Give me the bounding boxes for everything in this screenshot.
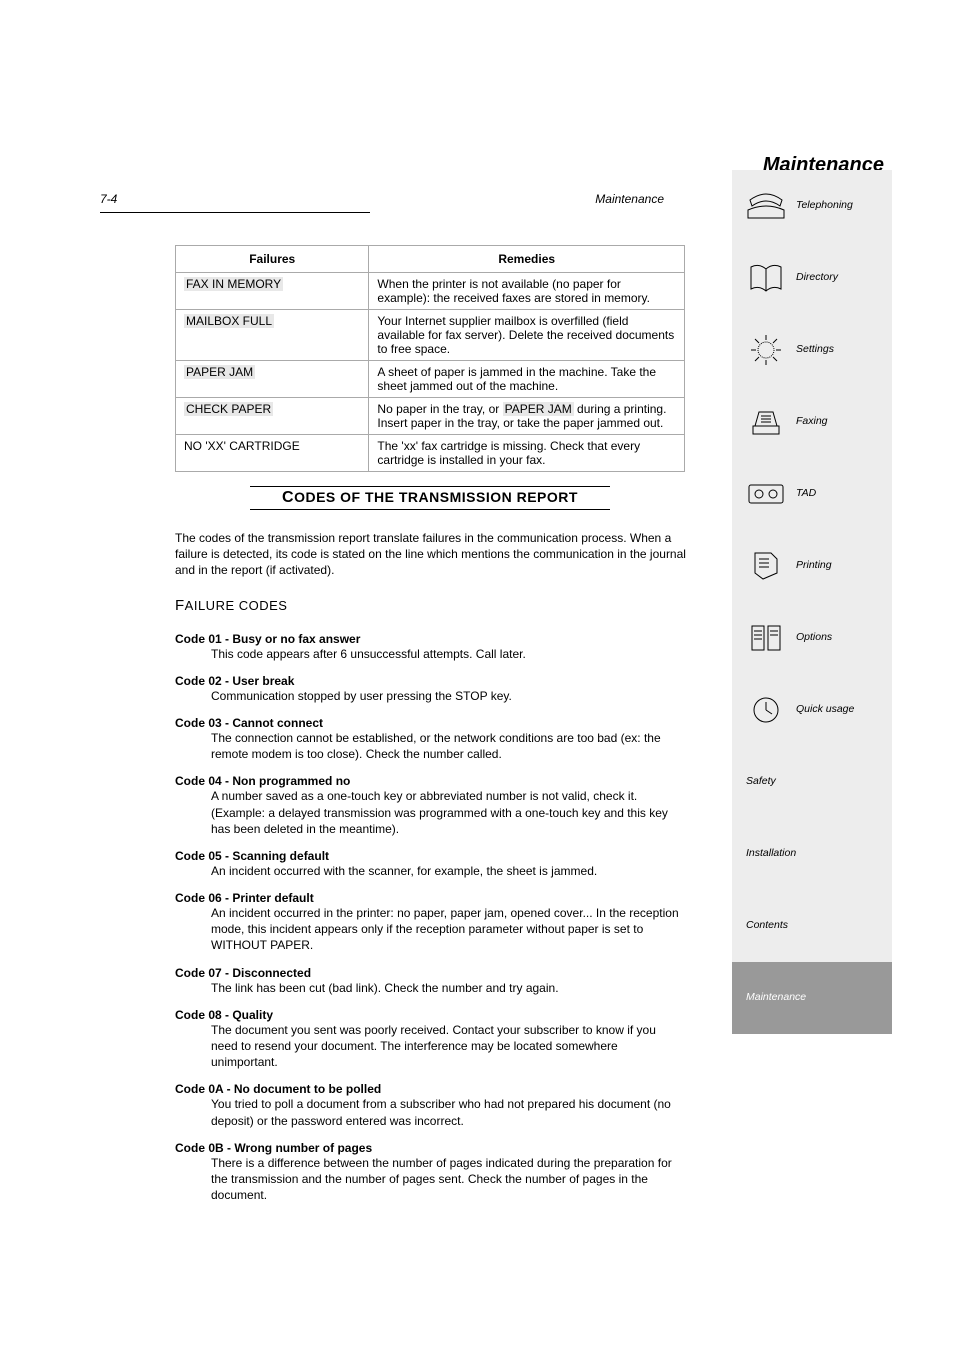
code-label: Code 0A - No document to be polled	[175, 1082, 685, 1096]
code-item: Code 05 - Scanning default An incident o…	[175, 849, 685, 879]
code-description: An incident occurred in the printer: no …	[211, 905, 685, 954]
code-description: The connection cannot be established, or…	[211, 730, 685, 762]
failure-codes-heading: FAILURE CODES	[175, 597, 685, 614]
code-description: Communication stopped by user pressing t…	[211, 688, 685, 704]
code-item: Code 07 - Disconnected The link has been…	[175, 966, 685, 996]
code-description: You tried to poll a document from a subs…	[211, 1096, 685, 1128]
sidebar-item-label: Settings	[796, 344, 834, 356]
sidebar-item-label: Directory	[796, 272, 838, 284]
table-row: NO 'XX' CARTRIDGE The 'xx' fax cartridge…	[176, 435, 685, 472]
chapter-label: Maintenance	[595, 192, 664, 206]
sidebar-item-tad[interactable]: TAD	[732, 458, 892, 530]
sidebar-item-label: Quick usage	[796, 704, 854, 716]
code-description: An incident occurred with the scanner, f…	[211, 863, 685, 879]
failure-cell: NO 'XX' CARTRIDGE	[176, 435, 369, 472]
code-description: A number saved as a one-touch key or abb…	[211, 788, 685, 837]
code-item: Code 0A - No document to be polled You t…	[175, 1082, 685, 1128]
failures-table: Failures Remedies FAX IN MEMORY When the…	[175, 245, 685, 472]
sidebar-item-label: Telephoning	[796, 200, 853, 212]
table-row: PAPER JAM A sheet of paper is jammed in …	[176, 361, 685, 398]
remedy-cell: A sheet of paper is jammed in the machin…	[369, 361, 685, 398]
sidebar-item-label: Faxing	[796, 416, 828, 428]
code-item: Code 03 - Cannot connect The connection …	[175, 716, 685, 762]
sun-icon	[746, 330, 786, 370]
sidebar-item-label: Contents	[746, 920, 788, 932]
section-heading: CCODES OF THE TRANSMISSION REPORTODES OF…	[250, 486, 610, 510]
tape-icon	[746, 474, 786, 514]
sidebar-item-label: TAD	[796, 488, 816, 500]
code-description: This code appears after 6 unsuccessful a…	[211, 646, 685, 662]
sidebar-item-settings[interactable]: Settings	[732, 314, 892, 386]
code-text: Communication stopped by user pressing t…	[211, 689, 455, 703]
main-content: Failures Remedies FAX IN MEMORY When the…	[175, 245, 685, 1215]
remedy-text: No paper in the tray, or	[377, 402, 502, 416]
sidebar: Telephoning Directory Settings Faxing TA…	[732, 170, 892, 1034]
failure-codes-list: Code 01 - Busy or no fax answer This cod…	[175, 632, 685, 1204]
code-item: Code 08 - Quality The document you sent …	[175, 1008, 685, 1071]
code-label: Code 03 - Cannot connect	[175, 716, 685, 730]
code-label: Code 04 - Non programmed no	[175, 774, 685, 788]
sidebar-item-quick-usage[interactable]: Quick usage	[732, 674, 892, 746]
list-icon	[746, 618, 786, 658]
sidebar-item-telephoning[interactable]: Telephoning	[732, 170, 892, 242]
column-header-failures: Failures	[176, 246, 369, 273]
sidebar-item-faxing[interactable]: Faxing	[732, 386, 892, 458]
remedy-cell: The 'xx' fax cartridge is missing. Check…	[369, 435, 685, 472]
header-divider	[100, 212, 370, 213]
code-label: Code 06 - Printer default	[175, 891, 685, 905]
sidebar-item-label: Printing	[796, 560, 832, 572]
phone-icon	[746, 186, 786, 226]
code-description: The link has been cut (bad link). Check …	[211, 980, 685, 996]
failure-cell: PAPER JAM	[184, 365, 255, 379]
code-label: Code 07 - Disconnected	[175, 966, 685, 980]
code-description: There is a difference between the number…	[211, 1155, 685, 1204]
table-row: FAX IN MEMORY When the printer is not av…	[176, 273, 685, 310]
failure-cell: MAILBOX FULL	[184, 314, 274, 328]
column-header-remedies: Remedies	[369, 246, 685, 273]
code-item: Code 02 - User break Communication stopp…	[175, 674, 685, 704]
remedy-inline-shaded: PAPER JAM	[503, 402, 574, 416]
code-item: Code 04 - Non programmed no A number sav…	[175, 774, 685, 837]
printer-icon	[746, 546, 786, 586]
page-number: 7-4	[100, 192, 117, 206]
code-description: The document you sent was poorly receive…	[211, 1022, 685, 1071]
book-icon	[746, 258, 786, 298]
sidebar-item-label: Maintenance	[746, 992, 806, 1004]
code-label: Code 01 - Busy or no fax answer	[175, 632, 685, 646]
remedy-cell: Your Internet supplier mailbox is overfi…	[369, 310, 685, 361]
code-label: Code 05 - Scanning default	[175, 849, 685, 863]
sidebar-item-label: Installation	[746, 848, 796, 860]
failure-cell: CHECK PAPER	[184, 402, 273, 416]
table-row: CHECK PAPER No paper in the tray, or PAP…	[176, 398, 685, 435]
code-label: Code 08 - Quality	[175, 1008, 685, 1022]
code-label: Code 02 - User break	[175, 674, 685, 688]
code-text: key.	[487, 689, 511, 703]
sidebar-item-options[interactable]: Options	[732, 602, 892, 674]
sidebar-item-maintenance[interactable]: Maintenance	[732, 962, 892, 1034]
sidebar-item-label: Options	[796, 632, 832, 644]
sidebar-item-label: Safety	[746, 776, 776, 788]
sidebar-item-directory[interactable]: Directory	[732, 242, 892, 314]
fax-icon	[746, 402, 786, 442]
code-item: Code 01 - Busy or no fax answer This cod…	[175, 632, 685, 662]
failure-cell: FAX IN MEMORY	[184, 277, 283, 291]
code-item: Code 06 - Printer default An incident oc…	[175, 891, 685, 954]
remedy-cell: No paper in the tray, or PAPER JAM durin…	[369, 398, 685, 435]
table-row: MAILBOX FULL Your Internet supplier mail…	[176, 310, 685, 361]
sidebar-item-safety[interactable]: Safety	[732, 746, 892, 818]
intro-paragraph: The codes of the transmission report tra…	[175, 530, 705, 579]
code-key: STOP	[455, 689, 487, 703]
remedy-cell: When the printer is not available (no pa…	[369, 273, 685, 310]
clock-icon	[746, 690, 786, 730]
sidebar-item-printing[interactable]: Printing	[732, 530, 892, 602]
sidebar-item-installation[interactable]: Installation	[732, 818, 892, 890]
sidebar-item-contents[interactable]: Contents	[732, 890, 892, 962]
code-item: Code 0B - Wrong number of pages There is…	[175, 1141, 685, 1204]
code-label: Code 0B - Wrong number of pages	[175, 1141, 685, 1155]
